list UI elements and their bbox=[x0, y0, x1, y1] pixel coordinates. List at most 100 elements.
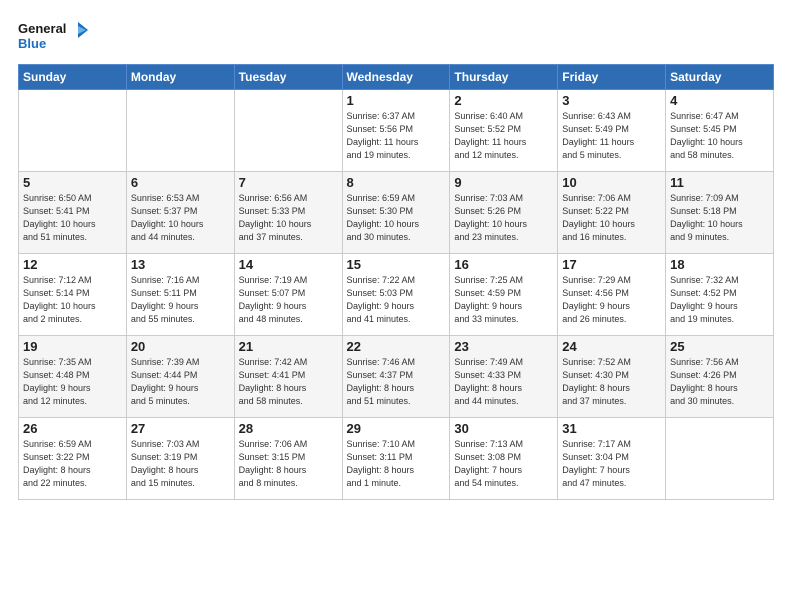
day-info: Sunrise: 7:03 AM Sunset: 5:26 PM Dayligh… bbox=[454, 192, 553, 244]
day-number: 8 bbox=[347, 175, 446, 190]
calendar-cell: 13 Sunrise: 7:16 AM Sunset: 5:11 PM Dayli… bbox=[126, 254, 234, 336]
calendar-cell bbox=[126, 90, 234, 172]
day-number: 14 bbox=[239, 257, 338, 272]
calendar-cell: 21Sunrise: 7:42 AM Sunset: 4:41 PM Dayli… bbox=[234, 336, 342, 418]
day-number: 22 bbox=[347, 339, 446, 354]
day-number: 31 bbox=[562, 421, 661, 436]
day-number: 16 bbox=[454, 257, 553, 272]
day-info: Sunrise: 7:13 AM Sunset: 3:08 PM Dayligh… bbox=[454, 438, 553, 490]
day-number: 25 bbox=[670, 339, 769, 354]
day-number: 10 bbox=[562, 175, 661, 190]
day-number: 4 bbox=[670, 93, 769, 108]
calendar-cell: 6Sunrise: 6:53 AM Sunset: 5:37 PM Daylig… bbox=[126, 172, 234, 254]
day-number: 9 bbox=[454, 175, 553, 190]
calendar-cell: 2Sunrise: 6:40 AM Sunset: 5:52 PM Daylig… bbox=[450, 90, 558, 172]
calendar-cell: 31Sunrise: 7:17 AM Sunset: 3:04 PM Dayli… bbox=[558, 418, 666, 500]
day-number: 20 bbox=[131, 339, 230, 354]
calendar-cell: 20 Sunrise: 7:39 AM Sunset: 4:44 PM Dayli… bbox=[126, 336, 234, 418]
day-info: Sunrise: 7:03 AM Sunset: 3:19 PM Dayligh… bbox=[131, 438, 230, 490]
calendar-cell: 11 Sunrise: 7:09 AM Sunset: 5:18 PM Dayli… bbox=[666, 172, 774, 254]
svg-text:General: General bbox=[18, 21, 66, 36]
day-number: 24 bbox=[562, 339, 661, 354]
day-info: Sunrise: 6:59 AM Sunset: 5:30 PM Dayligh… bbox=[347, 192, 446, 244]
day-info: Sunrise: 7:52 AM Sunset: 4:30 PM Dayligh… bbox=[562, 356, 661, 408]
day-info: Sunrise: 6:43 AM Sunset: 5:49 PM Dayligh… bbox=[562, 110, 661, 162]
calendar-cell: 10 Sunrise: 7:06 AM Sunset: 5:22 PM Dayli… bbox=[558, 172, 666, 254]
logo-svg: General Blue bbox=[18, 18, 88, 54]
weekday-header-friday: Friday bbox=[558, 65, 666, 90]
calendar-cell: 1 Sunrise: 6:37 AM Sunset: 5:56 PM Daylig… bbox=[342, 90, 450, 172]
day-info: Sunrise: 7:06 AM Sunset: 5:22 PM Dayligh… bbox=[562, 192, 661, 244]
page: General Blue SundayMondayTuesdayWednesda… bbox=[0, 0, 792, 612]
week-row-3: 12 Sunrise: 7:12 AM Sunset: 5:14 PM Dayli… bbox=[19, 254, 774, 336]
weekday-header-saturday: Saturday bbox=[666, 65, 774, 90]
day-number: 23 bbox=[454, 339, 553, 354]
day-info: Sunrise: 7:25 AM Sunset: 4:59 PM Dayligh… bbox=[454, 274, 553, 326]
day-info: Sunrise: 6:37 AM Sunset: 5:56 PM Dayligh… bbox=[347, 110, 446, 162]
calendar-table: SundayMondayTuesdayWednesdayThursdayFrid… bbox=[18, 64, 774, 500]
day-info: Sunrise: 6:56 AM Sunset: 5:33 PM Dayligh… bbox=[239, 192, 338, 244]
day-number: 3 bbox=[562, 93, 661, 108]
day-number: 11 bbox=[670, 175, 769, 190]
day-info: Sunrise: 7:35 AM Sunset: 4:48 PM Dayligh… bbox=[23, 356, 122, 408]
weekday-header-monday: Monday bbox=[126, 65, 234, 90]
calendar-cell: 3 Sunrise: 6:43 AM Sunset: 5:49 PM Daylig… bbox=[558, 90, 666, 172]
day-info: Sunrise: 7:42 AM Sunset: 4:41 PM Dayligh… bbox=[239, 356, 338, 408]
calendar-cell bbox=[666, 418, 774, 500]
weekday-header-tuesday: Tuesday bbox=[234, 65, 342, 90]
day-number: 13 bbox=[131, 257, 230, 272]
day-info: Sunrise: 7:19 AM Sunset: 5:07 PM Dayligh… bbox=[239, 274, 338, 326]
calendar-cell: 29 Sunrise: 7:10 AM Sunset: 3:11 PM Dayli… bbox=[342, 418, 450, 500]
day-info: Sunrise: 7:39 AM Sunset: 4:44 PM Dayligh… bbox=[131, 356, 230, 408]
day-info: Sunrise: 7:49 AM Sunset: 4:33 PM Dayligh… bbox=[454, 356, 553, 408]
week-row-2: 5Sunrise: 6:50 AM Sunset: 5:41 PM Daylig… bbox=[19, 172, 774, 254]
week-row-5: 26 Sunrise: 6:59 AM Sunset: 3:22 PM Dayli… bbox=[19, 418, 774, 500]
day-info: Sunrise: 6:50 AM Sunset: 5:41 PM Dayligh… bbox=[23, 192, 122, 244]
week-row-1: 1 Sunrise: 6:37 AM Sunset: 5:56 PM Daylig… bbox=[19, 90, 774, 172]
day-number: 17 bbox=[562, 257, 661, 272]
day-info: Sunrise: 7:56 AM Sunset: 4:26 PM Dayligh… bbox=[670, 356, 769, 408]
calendar-cell: 8 Sunrise: 6:59 AM Sunset: 5:30 PM Daylig… bbox=[342, 172, 450, 254]
calendar-cell: 14 Sunrise: 7:19 AM Sunset: 5:07 PM Dayli… bbox=[234, 254, 342, 336]
calendar-cell: 18 Sunrise: 7:32 AM Sunset: 4:52 PM Dayli… bbox=[666, 254, 774, 336]
day-number: 19 bbox=[23, 339, 122, 354]
day-info: Sunrise: 7:22 AM Sunset: 5:03 PM Dayligh… bbox=[347, 274, 446, 326]
calendar-cell bbox=[19, 90, 127, 172]
day-info: Sunrise: 7:32 AM Sunset: 4:52 PM Dayligh… bbox=[670, 274, 769, 326]
weekday-header-row: SundayMondayTuesdayWednesdayThursdayFrid… bbox=[19, 65, 774, 90]
calendar-cell: 12 Sunrise: 7:12 AM Sunset: 5:14 PM Dayli… bbox=[19, 254, 127, 336]
weekday-header-wednesday: Wednesday bbox=[342, 65, 450, 90]
day-info: Sunrise: 6:53 AM Sunset: 5:37 PM Dayligh… bbox=[131, 192, 230, 244]
day-info: Sunrise: 7:29 AM Sunset: 4:56 PM Dayligh… bbox=[562, 274, 661, 326]
calendar-cell: 23 Sunrise: 7:49 AM Sunset: 4:33 PM Dayli… bbox=[450, 336, 558, 418]
calendar-cell: 30 Sunrise: 7:13 AM Sunset: 3:08 PM Dayli… bbox=[450, 418, 558, 500]
day-number: 29 bbox=[347, 421, 446, 436]
day-number: 1 bbox=[347, 93, 446, 108]
calendar-cell: 17 Sunrise: 7:29 AM Sunset: 4:56 PM Dayli… bbox=[558, 254, 666, 336]
weekday-header-sunday: Sunday bbox=[19, 65, 127, 90]
day-info: Sunrise: 7:46 AM Sunset: 4:37 PM Dayligh… bbox=[347, 356, 446, 408]
day-info: Sunrise: 6:40 AM Sunset: 5:52 PM Dayligh… bbox=[454, 110, 553, 162]
day-info: Sunrise: 6:59 AM Sunset: 3:22 PM Dayligh… bbox=[23, 438, 122, 490]
day-info: Sunrise: 7:09 AM Sunset: 5:18 PM Dayligh… bbox=[670, 192, 769, 244]
day-number: 28 bbox=[239, 421, 338, 436]
header: General Blue bbox=[18, 18, 774, 54]
svg-text:Blue: Blue bbox=[18, 36, 46, 51]
day-number: 26 bbox=[23, 421, 122, 436]
calendar-cell: 5Sunrise: 6:50 AM Sunset: 5:41 PM Daylig… bbox=[19, 172, 127, 254]
calendar-cell: 24 Sunrise: 7:52 AM Sunset: 4:30 PM Dayli… bbox=[558, 336, 666, 418]
day-number: 30 bbox=[454, 421, 553, 436]
day-info: Sunrise: 7:12 AM Sunset: 5:14 PM Dayligh… bbox=[23, 274, 122, 326]
day-info: Sunrise: 7:16 AM Sunset: 5:11 PM Dayligh… bbox=[131, 274, 230, 326]
calendar-cell: 19 Sunrise: 7:35 AM Sunset: 4:48 PM Dayli… bbox=[19, 336, 127, 418]
day-number: 18 bbox=[670, 257, 769, 272]
calendar-cell: 7 Sunrise: 6:56 AM Sunset: 5:33 PM Daylig… bbox=[234, 172, 342, 254]
day-info: Sunrise: 7:10 AM Sunset: 3:11 PM Dayligh… bbox=[347, 438, 446, 490]
day-number: 12 bbox=[23, 257, 122, 272]
day-number: 7 bbox=[239, 175, 338, 190]
day-info: Sunrise: 7:06 AM Sunset: 3:15 PM Dayligh… bbox=[239, 438, 338, 490]
calendar-cell: 4Sunrise: 6:47 AM Sunset: 5:45 PM Daylig… bbox=[666, 90, 774, 172]
calendar-cell: 28 Sunrise: 7:06 AM Sunset: 3:15 PM Dayli… bbox=[234, 418, 342, 500]
calendar-cell: 15 Sunrise: 7:22 AM Sunset: 5:03 PM Dayli… bbox=[342, 254, 450, 336]
day-number: 15 bbox=[347, 257, 446, 272]
